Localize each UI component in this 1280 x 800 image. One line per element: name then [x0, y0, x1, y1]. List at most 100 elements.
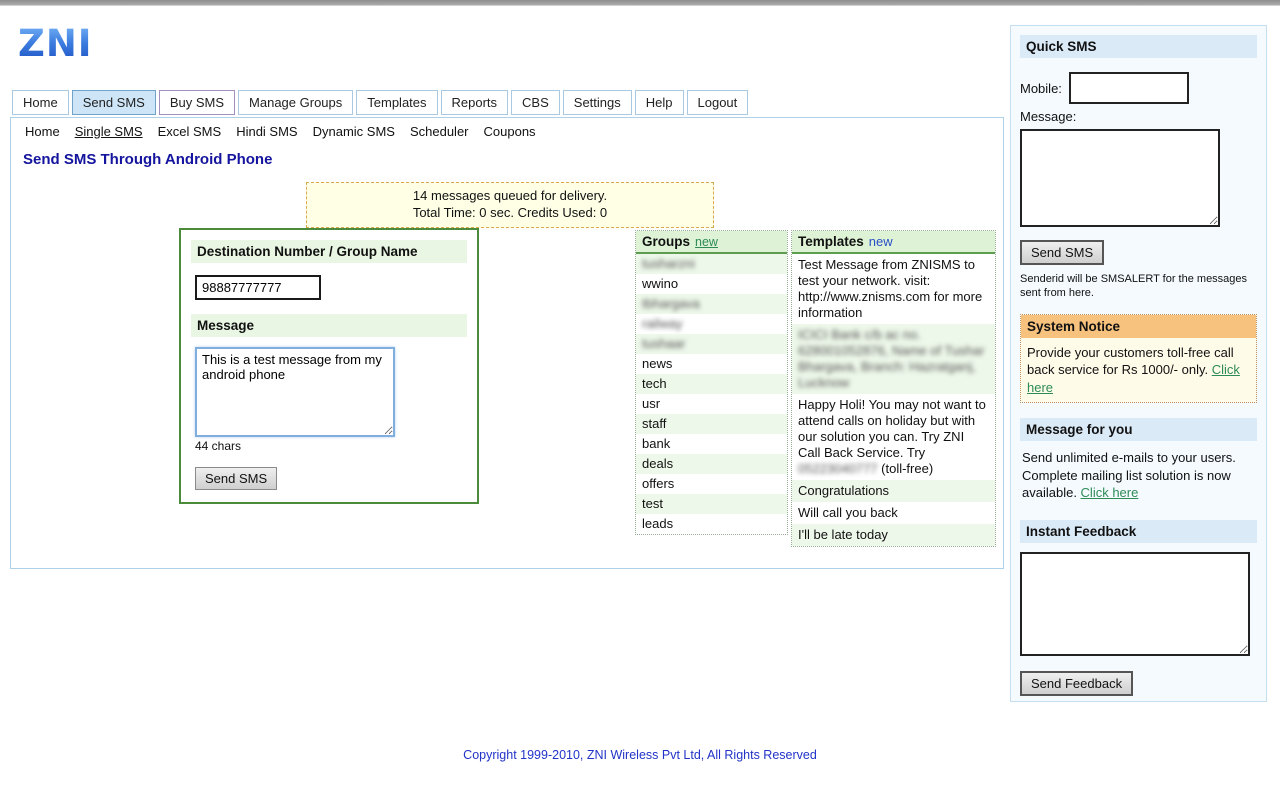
- templates-list: Test Message from ZNISMS to test your ne…: [792, 254, 995, 546]
- group-row-wwino[interactable]: wwino: [636, 274, 787, 294]
- group-name: offers: [642, 476, 674, 491]
- group-row-tushaar[interactable]: tushaar: [636, 334, 787, 354]
- template-row[interactable]: Test Message from ZNISMS to test your ne…: [792, 254, 995, 324]
- template-text: Congratulations: [798, 483, 889, 498]
- subnav-item-single-sms[interactable]: Single SMS: [75, 124, 143, 139]
- groups-panel: Groups new tusharzni wwino tbhargava railway…: [635, 230, 788, 535]
- right-sidebar: Quick SMS Mobile: Message: Send SMS Send…: [1010, 25, 1267, 702]
- instant-feedback-textarea[interactable]: [1020, 552, 1250, 656]
- group-row-tusharzni[interactable]: tusharzni: [636, 254, 787, 274]
- template-text: Test Message from ZNISMS to test your ne…: [798, 257, 982, 320]
- group-name: tech: [642, 376, 667, 391]
- group-name: wwino: [642, 276, 678, 291]
- tab-buy-sms[interactable]: Buy SMS: [159, 90, 235, 115]
- senderid-note: Senderid will be SMSALERT for the messag…: [1020, 272, 1257, 301]
- group-row-news[interactable]: news: [636, 354, 787, 374]
- tab-send-sms[interactable]: Send SMS: [72, 90, 156, 115]
- groups-new-link[interactable]: new: [695, 235, 718, 249]
- group-name: bank: [642, 436, 670, 451]
- group-name: news: [642, 356, 672, 371]
- template-text: (toll-free): [878, 461, 934, 476]
- tab-cbs[interactable]: CBS: [511, 90, 560, 115]
- quick-sms-message-textarea[interactable]: [1020, 129, 1220, 227]
- template-text: I'll be late today: [798, 527, 888, 542]
- send-feedback-button[interactable]: Send Feedback: [1020, 671, 1133, 696]
- send-sms-form: Destination Number / Group Name Message …: [179, 228, 479, 504]
- message-textarea[interactable]: This is a test message from my android p…: [195, 347, 395, 437]
- instant-feedback-header: Instant Feedback: [1020, 520, 1257, 543]
- group-name: tusharzni: [642, 256, 695, 271]
- message-for-you-header: Message for you: [1020, 418, 1257, 441]
- group-name: test: [642, 496, 663, 511]
- group-row-deals[interactable]: deals: [636, 454, 787, 474]
- tab-settings[interactable]: Settings: [563, 90, 632, 115]
- group-name: tbhargava: [642, 296, 700, 311]
- system-notice-box: System Notice Provide your customers tol…: [1020, 314, 1257, 404]
- quick-sms-message-label: Message:: [1020, 109, 1257, 124]
- group-row-tech[interactable]: tech: [636, 374, 787, 394]
- queue-status-line2: Total Time: 0 sec. Credits Used: 0: [307, 205, 713, 222]
- groups-title: Groups: [642, 234, 690, 249]
- mobile-label: Mobile:: [1020, 81, 1062, 96]
- subnav-item-coupons[interactable]: Coupons: [484, 124, 536, 139]
- group-row-leads[interactable]: leads: [636, 514, 787, 534]
- template-row[interactable]: Will call you back: [792, 502, 995, 524]
- group-name: railway: [642, 316, 682, 331]
- subnav-item-home[interactable]: Home: [25, 124, 60, 139]
- group-row-usr[interactable]: usr: [636, 394, 787, 414]
- char-count: 44 chars: [195, 439, 467, 453]
- group-name: staff: [642, 416, 666, 431]
- message-for-you-body: Send unlimited e-mails to your users. Co…: [1020, 441, 1257, 504]
- group-name: tushaar: [642, 336, 685, 351]
- send-sms-button[interactable]: Send SMS: [195, 467, 277, 490]
- quick-sms-send-button[interactable]: Send SMS: [1020, 240, 1104, 265]
- subnav-item-scheduler[interactable]: Scheduler: [410, 124, 469, 139]
- template-text-blurred: 05223040777: [798, 461, 878, 476]
- tab-logout[interactable]: Logout: [687, 90, 749, 115]
- group-name: deals: [642, 456, 673, 471]
- template-text: Happy Holi! You may not want to attend c…: [798, 397, 986, 460]
- tab-manage-groups[interactable]: Manage Groups: [238, 90, 353, 115]
- main-nav-tabs: HomeSend SMSBuy SMSManage GroupsTemplate…: [12, 90, 748, 115]
- template-text-blurred: ICICI Bank c/b ac no. 628001052876, Name…: [798, 327, 984, 390]
- tab-templates[interactable]: Templates: [356, 90, 437, 115]
- page-title: Send SMS Through Android Phone: [23, 151, 272, 168]
- groups-header: Groups new: [636, 231, 787, 254]
- group-name: usr: [642, 396, 660, 411]
- subnav-item-hindi-sms[interactable]: Hindi SMS: [236, 124, 297, 139]
- template-row[interactable]: I'll be late today: [792, 524, 995, 546]
- group-row-railway[interactable]: railway: [636, 314, 787, 334]
- subnav-item-excel-sms[interactable]: Excel SMS: [158, 124, 222, 139]
- zni-logo: ZNI: [18, 22, 93, 65]
- copyright-footer: Copyright 1999-2010, ZNI Wireless Pvt Lt…: [0, 748, 1280, 762]
- main-content-panel: Home Single SMS Excel SMS Hindi SMS Dynamic …: [10, 117, 1004, 569]
- destination-label: Destination Number / Group Name: [191, 240, 467, 263]
- system-notice-text: Provide your customers toll-free call ba…: [1027, 345, 1234, 378]
- message-for-you-click-here-link[interactable]: Click here: [1081, 485, 1139, 500]
- browser-chrome-edge: [0, 0, 1280, 6]
- group-row-staff[interactable]: staff: [636, 414, 787, 434]
- group-row-tbhargava[interactable]: tbhargava: [636, 294, 787, 314]
- tab-reports[interactable]: Reports: [441, 90, 509, 115]
- templates-header: Templates new: [792, 231, 995, 254]
- group-row-test[interactable]: test: [636, 494, 787, 514]
- group-row-bank[interactable]: bank: [636, 434, 787, 454]
- system-notice-header: System Notice: [1021, 315, 1256, 338]
- templates-title: Templates: [798, 234, 864, 249]
- tab-home[interactable]: Home: [12, 90, 69, 115]
- template-row[interactable]: Congratulations: [792, 480, 995, 502]
- group-name: leads: [642, 516, 673, 531]
- destination-input[interactable]: [195, 275, 321, 300]
- template-row[interactable]: ICICI Bank c/b ac no. 628001052876, Name…: [792, 324, 995, 394]
- queue-status-line1: 14 messages queued for delivery.: [307, 188, 713, 205]
- tab-help[interactable]: Help: [635, 90, 684, 115]
- templates-panel: Templates new Test Message from ZNISMS to…: [791, 230, 996, 547]
- quick-sms-header: Quick SMS: [1020, 35, 1257, 58]
- templates-new-link[interactable]: new: [869, 234, 893, 249]
- quick-sms-mobile-row: Mobile:: [1020, 72, 1257, 104]
- template-row[interactable]: Happy Holi! You may not want to attend c…: [792, 394, 995, 480]
- system-notice-body: Provide your customers toll-free call ba…: [1021, 338, 1256, 403]
- subnav-item-dynamic-sms[interactable]: Dynamic SMS: [313, 124, 395, 139]
- quick-sms-mobile-input[interactable]: [1069, 72, 1189, 104]
- group-row-offers[interactable]: offers: [636, 474, 787, 494]
